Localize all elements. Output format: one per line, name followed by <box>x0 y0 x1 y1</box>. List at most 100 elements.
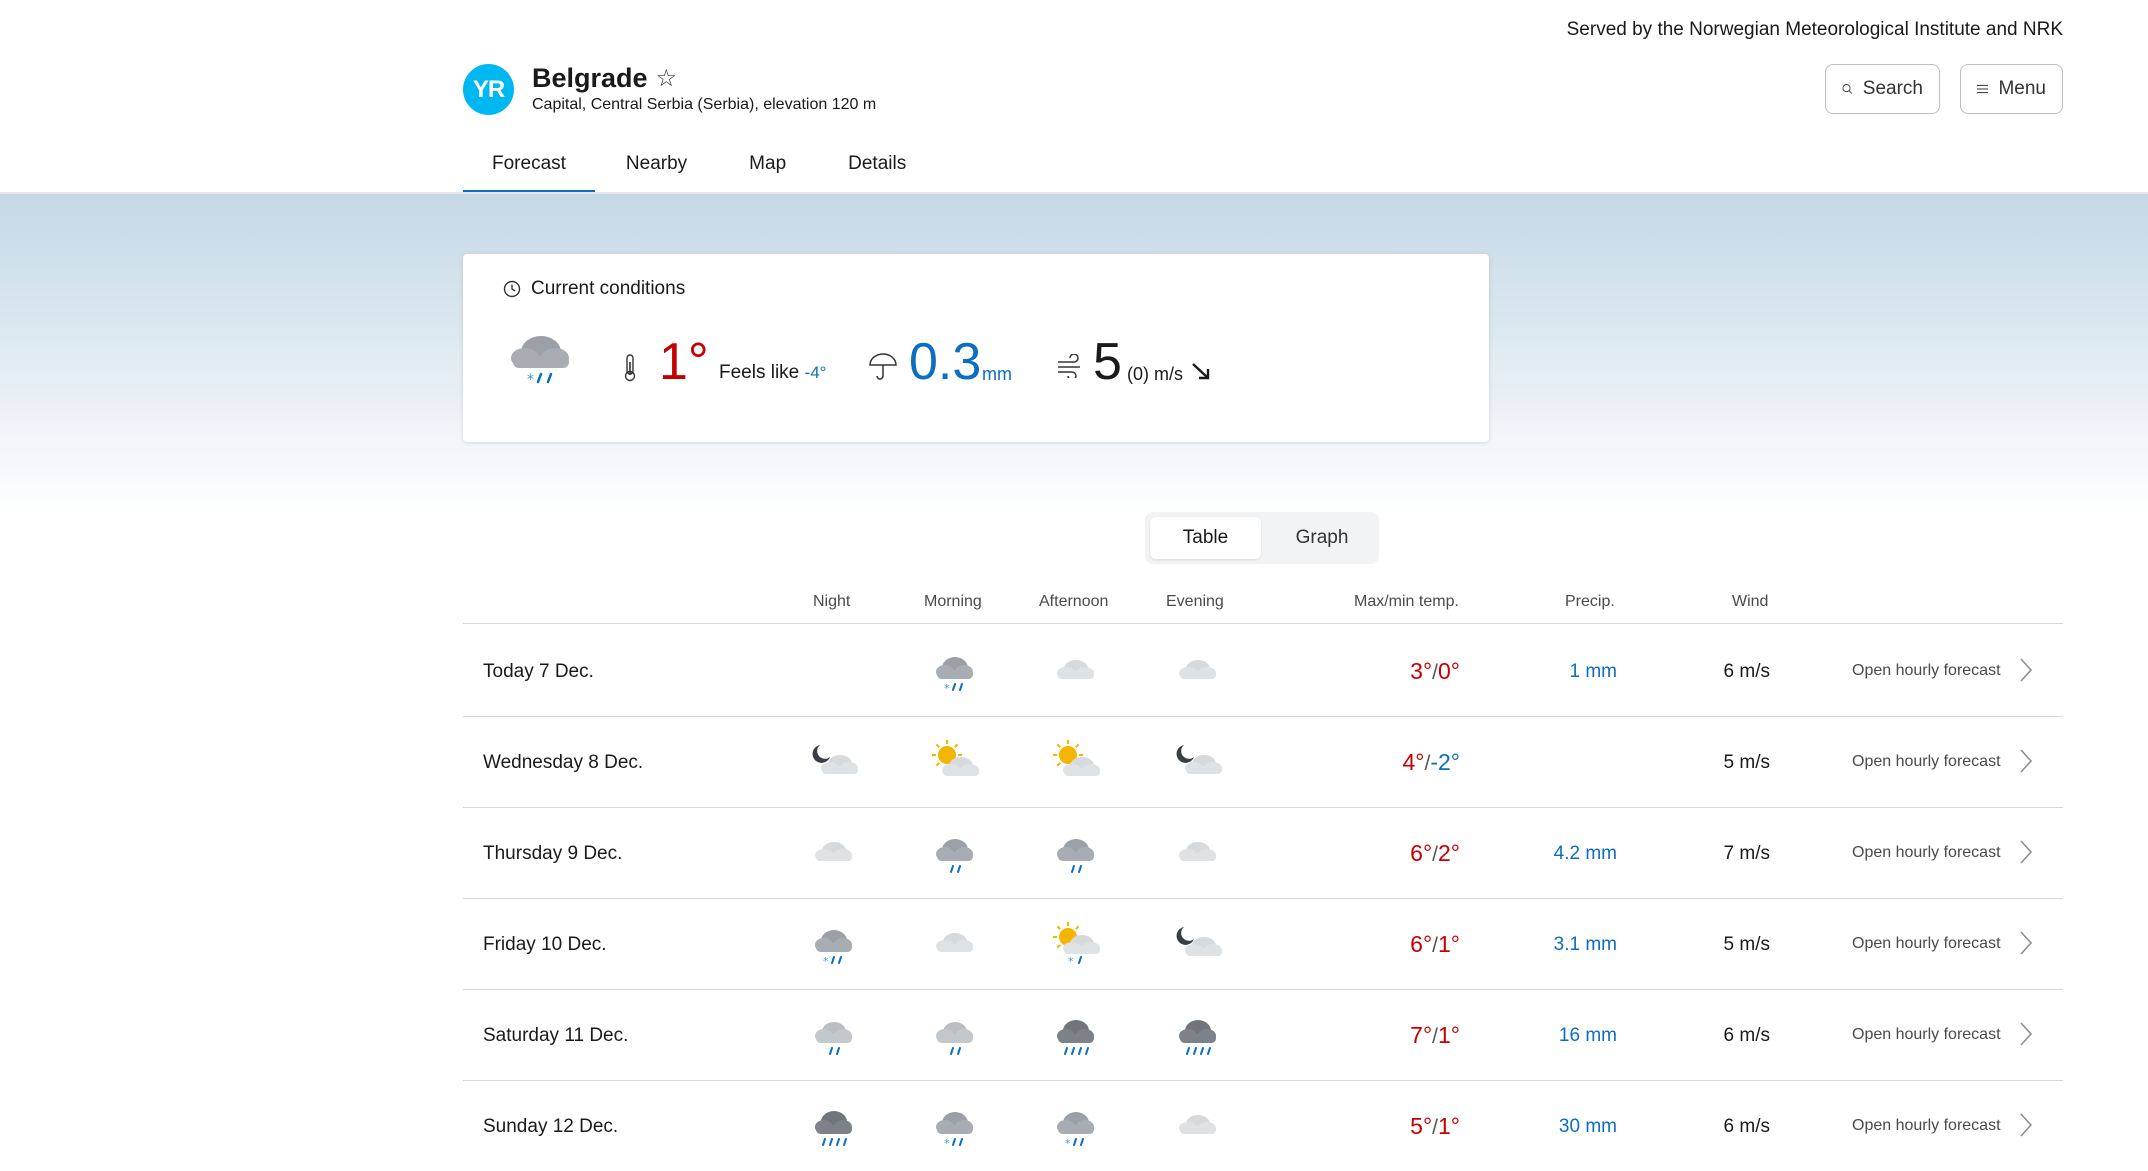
header-wind: Wind <box>1732 593 1769 610</box>
max-temp: 7° <box>1410 1022 1433 1048</box>
current-wind-gust: (0) m/s <box>1127 364 1183 384</box>
header-afternoon: Afternoon <box>1039 593 1109 610</box>
site-header: Served by the Norwegian Meteorological I… <box>0 0 2148 194</box>
cloud-rain-icon <box>929 830 979 876</box>
maxmin-temp: 7°/1° <box>1410 1022 1460 1049</box>
wind-speed: 6 m/s <box>1723 1116 1770 1137</box>
search-icon <box>1842 84 1853 94</box>
open-hourly-forecast-link[interactable]: Open hourly forecast <box>1852 844 2001 862</box>
forecast-day-label: Wednesday 8 Dec. <box>483 752 644 773</box>
sun-cloud-icon <box>1050 739 1100 785</box>
tab-map[interactable]: Map <box>718 140 817 194</box>
open-hourly-forecast-link[interactable]: Open hourly forecast <box>1852 1026 2001 1044</box>
location-subtitle: Capital, Central Serbia (Serbia), elevat… <box>532 96 877 113</box>
cloud-sleet-icon: * <box>808 921 858 968</box>
max-temp: 6° <box>1410 931 1433 957</box>
chevron-right-icon[interactable] <box>2019 839 2033 870</box>
chevron-right-icon[interactable] <box>2019 1112 2033 1143</box>
header-precip: Precip. <box>1565 593 1615 610</box>
tab-details[interactable]: Details <box>817 140 937 194</box>
current-wind-speed: 5 <box>1093 333 1122 391</box>
cloud-light-icon <box>1172 830 1222 876</box>
sun-cloud-sleet-icon: * <box>1050 921 1100 968</box>
cloud-heavy-rain-icon <box>1172 1012 1222 1058</box>
forecast-row[interactable]: Thursday 9 Dec. 6°/2° 4.2 mm 7 m/s Open hour… <box>463 808 2063 899</box>
view-toggle: Table Graph <box>1145 512 1379 564</box>
maxmin-temp: 4°/-2° <box>1403 749 1461 776</box>
min-temp: 0° <box>1438 658 1460 684</box>
main-tabs: Forecast Nearby Map Details <box>463 140 937 194</box>
menu-label: Menu <box>1998 78 2046 99</box>
chevron-right-icon[interactable] <box>2019 748 2033 779</box>
min-temp: 2° <box>1438 840 1460 866</box>
min-temp: 1° <box>1438 1113 1460 1139</box>
open-hourly-forecast-link[interactable]: Open hourly forecast <box>1852 662 2001 680</box>
moon-cloud-icon <box>1172 739 1222 785</box>
open-hourly-forecast-link[interactable]: Open hourly forecast <box>1852 753 2001 771</box>
cloud-sleet-icon: * <box>1050 1103 1100 1150</box>
current-conditions-heading: Current conditions <box>503 278 685 300</box>
moon-cloud-icon <box>1172 921 1222 967</box>
forecast-day-label: Sunday 12 Dec. <box>483 1116 619 1137</box>
forecast-row[interactable]: Friday 10 Dec. * * 6°/1° 3.1 mm 5 m/s Open hou… <box>463 899 2063 990</box>
maxmin-temp: 5°/1° <box>1410 1113 1460 1140</box>
yr-logo[interactable]: YR <box>463 64 514 115</box>
precip-amount: 16 mm <box>1558 1025 1617 1046</box>
cloud-light-icon <box>929 921 979 967</box>
precip-amount: 30 mm <box>1558 1116 1617 1137</box>
location-title: Belgrade ☆ <box>532 63 677 94</box>
wind-speed: 6 m/s <box>1723 661 1770 682</box>
cloud-light-icon <box>1172 1103 1222 1149</box>
search-label: Search <box>1862 78 1923 99</box>
max-temp: 4° <box>1402 749 1425 775</box>
graph-view-button[interactable]: Graph <box>1269 517 1375 559</box>
hamburger-icon <box>1977 84 1989 94</box>
current-conditions-label: Current conditions <box>531 278 686 299</box>
cloud-light-icon <box>1172 648 1222 694</box>
cloud-heavy-rain-icon <box>1050 1012 1100 1058</box>
svg-text:*: * <box>944 682 950 694</box>
tab-nearby[interactable]: Nearby <box>595 140 718 194</box>
favorite-star-icon[interactable]: ☆ <box>656 64 678 93</box>
header-night: Night <box>813 593 851 610</box>
forecast-row[interactable]: Saturday 11 Dec. 7°/1° 16 mm 6 m/s Open hour… <box>463 990 2063 1081</box>
cloud-sleet-icon: * <box>929 648 979 695</box>
cloud-sleet-icon: * <box>511 336 569 388</box>
open-hourly-forecast-link[interactable]: Open hourly forecast <box>1852 935 2001 953</box>
min-temp: 1° <box>1438 931 1460 957</box>
cloud-light-icon <box>808 830 858 876</box>
cloud-rain-icon <box>1050 830 1100 876</box>
feels-like: Feels like -4° <box>719 362 826 384</box>
maxmin-temp: 3°/0° <box>1410 658 1460 685</box>
wind-direction-arrow-icon <box>1192 363 1210 380</box>
max-temp: 6° <box>1410 840 1433 866</box>
chevron-right-icon[interactable] <box>2019 930 2033 961</box>
umbrella-icon <box>869 353 897 380</box>
forecast-row[interactable]: Wednesday 8 Dec. 4°/-2° 5 m/s Open hourly f… <box>463 717 2063 808</box>
table-view-button[interactable]: Table <box>1150 517 1261 559</box>
menu-button[interactable]: Menu <box>1960 64 2063 114</box>
chevron-right-icon[interactable] <box>2019 657 2033 688</box>
svg-text:*: * <box>823 955 829 967</box>
cloud-sleet-icon: * <box>929 1103 979 1150</box>
maxmin-temp: 6°/1° <box>1410 931 1460 958</box>
cloud-light-icon <box>1050 648 1100 694</box>
forecast-row[interactable]: Sunday 12 Dec. * * 5°/1° 30 mm 6 m/s Open hour… <box>463 1081 2063 1171</box>
svg-text:*: * <box>527 372 534 388</box>
precip-amount: 3.1 mm <box>1553 934 1617 955</box>
open-hourly-forecast-link[interactable]: Open hourly forecast <box>1852 1117 2001 1135</box>
chevron-right-icon[interactable] <box>2019 1021 2033 1052</box>
cloud-light-rain-icon <box>929 1012 979 1058</box>
search-button[interactable]: Search <box>1825 64 1940 114</box>
forecast-day-label: Saturday 11 Dec. <box>483 1025 629 1046</box>
tab-forecast[interactable]: Forecast <box>463 140 595 194</box>
forecast-row[interactable]: Today 7 Dec. * 3°/0° 1 mm 6 m/s Open hourly f… <box>463 626 2063 717</box>
forecast-day-label: Thursday 9 Dec. <box>483 843 623 864</box>
svg-text:*: * <box>1065 1137 1071 1149</box>
forecast-day-label: Today 7 Dec. <box>483 661 594 682</box>
moon-cloud-icon <box>808 739 858 785</box>
min-temp: -2° <box>1430 749 1460 775</box>
served-by-text: Served by the Norwegian Meteorological I… <box>1566 19 2063 40</box>
current-precip-value: 0.3 <box>909 333 982 391</box>
location-name: Belgrade <box>532 63 648 93</box>
